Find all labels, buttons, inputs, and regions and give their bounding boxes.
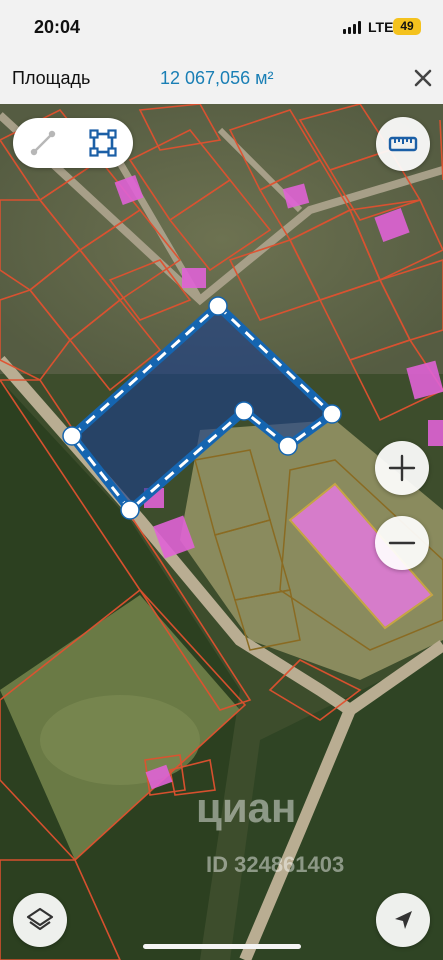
measure-header: Площадь 12 067,056 м²	[0, 52, 443, 104]
polygon-vertex[interactable]	[208, 296, 228, 316]
zoom-in-button[interactable]	[375, 441, 429, 495]
network-label: LTE	[368, 19, 394, 35]
status-time: 20:04	[34, 17, 81, 37]
polygon-vertex[interactable]	[278, 436, 298, 456]
area-tool-button[interactable]	[73, 118, 133, 168]
home-indicator	[143, 944, 301, 949]
polygon-vertex[interactable]	[62, 426, 82, 446]
watermark-id: ID 324861403	[206, 852, 345, 877]
my-location-button[interactable]	[376, 893, 430, 947]
plus-icon	[388, 454, 416, 482]
zoom-out-button[interactable]	[375, 516, 429, 570]
status-bar: 20:04 LTE 49	[0, 0, 443, 52]
layers-icon	[26, 907, 54, 931]
location-arrow-icon	[395, 911, 412, 929]
line-tool-button[interactable]	[13, 118, 73, 168]
polygon-vertex[interactable]	[322, 404, 342, 424]
minus-icon	[388, 541, 416, 545]
area-label: Площадь	[12, 68, 91, 88]
close-button[interactable]	[410, 65, 436, 91]
ruler-button[interactable]	[376, 117, 430, 171]
polygon-vertex[interactable]	[120, 500, 140, 520]
measure-mode-switch	[13, 118, 133, 168]
close-icon	[414, 69, 432, 87]
signal-icon	[343, 21, 363, 34]
layers-button[interactable]	[13, 893, 67, 947]
area-value: 12 067,056 м²	[160, 68, 274, 88]
cian-watermark: циан ID 324861403	[196, 784, 416, 884]
polygon-vertex[interactable]	[234, 401, 254, 421]
polygon-area-icon	[89, 129, 117, 157]
line-measure-icon	[30, 130, 56, 156]
ruler-icon	[388, 136, 418, 152]
battery-badge: 49	[393, 18, 421, 35]
watermark-brand: циан	[196, 784, 297, 831]
